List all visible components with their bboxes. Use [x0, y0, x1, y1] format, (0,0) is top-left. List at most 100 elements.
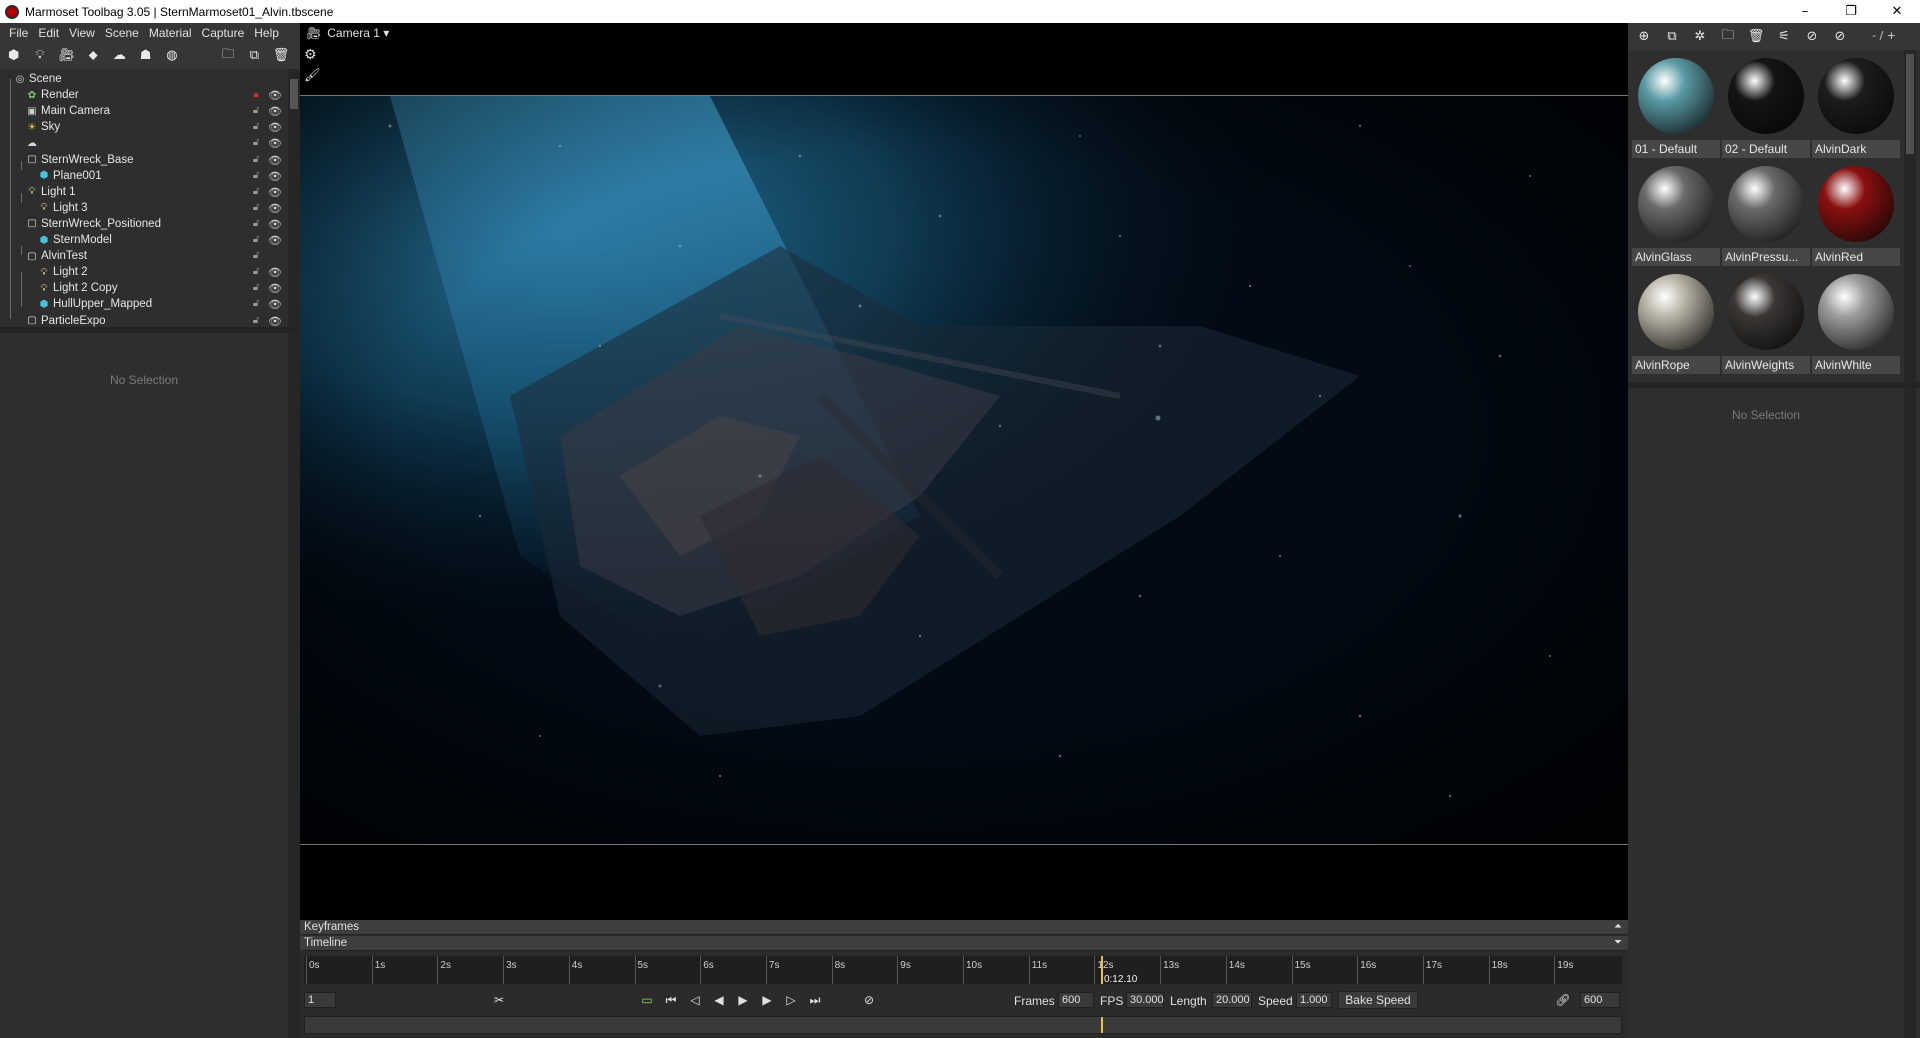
scene-tree-item[interactable]: ✿ Render 🔒︎ 👁︎ — [0, 87, 288, 103]
visibility-eye-icon[interactable]: 👁︎ — [268, 105, 282, 118]
scene-tree-item[interactable]: 💡︎ Light 3 🔓︎ 👁︎ — [0, 200, 288, 216]
unlock-icon[interactable]: 🔓︎ — [250, 250, 262, 262]
scene-tree-item[interactable]: ⬢ Plane001 🔓︎ 👁︎ — [0, 168, 288, 184]
camera-add-icon[interactable]: 🎥︎ — [58, 48, 75, 64]
menu-scene[interactable]: Scene — [100, 26, 144, 40]
scrubber-head[interactable] — [1100, 1017, 1103, 1033]
step-back-icon[interactable]: ◀ — [710, 992, 728, 1008]
skip-end-icon[interactable]: ⏭ — [806, 992, 824, 1008]
scene-tree-item[interactable]: ⬢ HullUpper_Mapped 🔓︎ 👁︎ — [0, 296, 288, 312]
visibility-eye-icon[interactable]: 👁︎ — [268, 315, 282, 328]
add-material-icon[interactable]: ⊕ — [1636, 29, 1652, 45]
unlock-icon[interactable]: 🔓︎ — [250, 186, 262, 198]
keyframes-header[interactable]: Keyframes ⏶ — [300, 920, 1628, 935]
pick-material-icon[interactable]: ⚟ — [1776, 29, 1792, 45]
close-button[interactable]: ✕ — [1874, 0, 1920, 23]
keyframe-tool-icon[interactable]: ✂ — [490, 992, 508, 1008]
loop-icon[interactable]: ▭ — [638, 992, 656, 1008]
visibility-eye-icon[interactable]: 👁︎ — [268, 234, 282, 247]
scene-tree-item[interactable]: ◎ Scene — [0, 71, 288, 87]
shadow-catcher-icon[interactable]: ☗ — [138, 48, 153, 64]
menu-capture[interactable]: Capture — [197, 26, 250, 40]
unlock-icon[interactable]: 🔓︎ — [250, 105, 262, 117]
unlock-icon[interactable]: 🔓︎ — [250, 121, 262, 133]
visibility-eye-icon[interactable]: 👁︎ — [268, 266, 282, 279]
navigate-icon[interactable]: ⊘ — [1832, 29, 1848, 45]
unlock-icon[interactable]: 🔓︎ — [250, 154, 262, 166]
menu-view[interactable]: View — [64, 26, 100, 40]
scene-tree-item[interactable]: ☁ 🔓︎ 👁︎ — [0, 135, 288, 151]
current-frame-field[interactable]: 1 — [304, 992, 336, 1008]
unlock-icon[interactable]: 🔓︎ — [250, 202, 262, 214]
scene-tree-item[interactable]: ▣ Main Camera 🔓︎ 👁︎ — [0, 103, 288, 119]
scene-tree-item[interactable]: ☀ Sky 🔓︎ 👁︎ — [0, 119, 288, 135]
bake-speed-button[interactable]: Bake Speed — [1338, 991, 1418, 1009]
scene-tree-item[interactable]: 💡︎ Light 2 Copy 🔓︎ 👁︎ — [0, 280, 288, 296]
light-add-icon[interactable]: 💡︎ — [32, 48, 47, 64]
material-swatch[interactable]: AlvinDark — [1812, 52, 1900, 158]
menu-material[interactable]: Material — [144, 26, 197, 40]
properties-scrollbar[interactable] — [288, 333, 300, 1038]
visibility-eye-icon[interactable]: 👁︎ — [268, 170, 282, 183]
timeline-settings-icon[interactable]: ⊘ — [860, 992, 878, 1008]
folder-icon[interactable]: 🗀︎ — [1720, 28, 1736, 45]
playhead[interactable] — [1100, 956, 1103, 984]
material-swatch[interactable]: AlvinWhite — [1812, 268, 1900, 374]
eyedropper-icon[interactable]: ⊘ — [1804, 29, 1820, 45]
material-swatch[interactable]: AlvinRed — [1812, 160, 1900, 266]
trash-icon[interactable]: 🗑︎ — [1748, 29, 1765, 45]
menu-help[interactable]: Help — [249, 26, 284, 40]
visibility-eye-icon[interactable]: 👁︎ — [268, 282, 282, 295]
material-swatch[interactable]: AlvinRope — [1632, 268, 1720, 374]
visibility-eye-icon[interactable]: 👁︎ — [268, 298, 282, 311]
minimize-button[interactable]: – — [1782, 0, 1828, 23]
duplicate-material-icon[interactable]: ⧉ — [1664, 29, 1680, 45]
scene-tree-item[interactable]: ▢ SternWreck_Base 🔓︎ 👁︎ — [0, 152, 288, 168]
paint-brush-icon[interactable]: 🖌︎ — [304, 68, 321, 83]
unlock-icon[interactable]: 🔓︎ — [250, 218, 262, 230]
unlock-icon[interactable]: 🔓︎ — [250, 266, 262, 278]
speed-field[interactable]: 1.000 — [1296, 992, 1332, 1008]
material-properties-scrollbar[interactable] — [1904, 388, 1916, 1038]
restore-button[interactable]: ❐ — [1828, 0, 1874, 23]
menu-edit[interactable]: Edit — [33, 26, 64, 40]
unlock-icon[interactable]: 🔓︎ — [250, 282, 262, 294]
visibility-eye-icon[interactable]: 👁︎ — [268, 218, 282, 231]
unlock-icon[interactable]: 🔓︎ — [250, 298, 262, 310]
fog-add-icon[interactable]: ☁ — [112, 48, 127, 64]
scene-tree-item[interactable]: ▢ AlvinTest 🔓︎ — [0, 248, 288, 264]
sky-icon[interactable]: ◍ — [164, 48, 179, 64]
link-icon[interactable]: 🔗︎ — [1554, 992, 1572, 1008]
end-frame-field[interactable]: 600 — [1580, 992, 1620, 1008]
viewport-render[interactable] — [300, 95, 1628, 844]
scene-tree-item[interactable]: ⬢ SternModel 🔓︎ 👁︎ — [0, 232, 288, 248]
unlock-icon[interactable]: 🔓︎ — [250, 170, 262, 182]
cube-add-icon[interactable]: ⬢ — [6, 48, 21, 64]
gear-icon[interactable]: ⚙ — [304, 47, 317, 63]
duplicate-icon[interactable]: ⧉ — [247, 48, 262, 64]
material-page-control[interactable]: - / + — [1872, 29, 1896, 42]
material-swatch[interactable]: AlvinWeights — [1722, 268, 1810, 374]
material-swatch[interactable]: 02 - Default — [1722, 52, 1810, 158]
unlock-icon[interactable]: 🔓︎ — [250, 234, 262, 246]
visibility-eye-icon[interactable]: 👁︎ — [268, 154, 282, 167]
timeline-ruler[interactable]: 0s 1s 2s 3s 4s 5s 6s 7s 8s 9s 10s 11s 12s 13s 14s 15s 16… — [304, 956, 1622, 985]
skip-start-icon[interactable]: ⏮ — [662, 992, 680, 1008]
plane-add-icon[interactable]: ⬥ — [86, 48, 101, 64]
unlock-icon[interactable]: 🔓︎ — [250, 137, 262, 149]
timeline-header[interactable]: Timeline ⏷ — [300, 936, 1628, 951]
unlock-icon[interactable]: 🔓︎ — [250, 315, 262, 327]
material-swatch[interactable]: 01 - Default — [1632, 52, 1720, 158]
material-scrollbar[interactable] — [1904, 50, 1916, 382]
prev-key-icon[interactable]: ◁ — [686, 992, 704, 1008]
visibility-eye-icon[interactable]: 👁︎ — [268, 121, 282, 134]
visibility-eye-icon[interactable]: 👁︎ — [268, 89, 282, 102]
folder-icon[interactable]: 🗀︎ — [221, 47, 236, 64]
step-forward-icon[interactable]: ▶ — [758, 992, 776, 1008]
next-key-icon[interactable]: ▷ — [782, 992, 800, 1008]
play-icon[interactable]: ▶ — [734, 992, 752, 1008]
scene-tree-scrollbar[interactable] — [288, 69, 300, 327]
length-field[interactable]: 20.000 — [1212, 992, 1252, 1008]
visibility-eye-icon[interactable]: 👁︎ — [268, 202, 282, 215]
camera-selector[interactable]: 🎥︎ Camera 1 ▾ — [306, 26, 389, 40]
